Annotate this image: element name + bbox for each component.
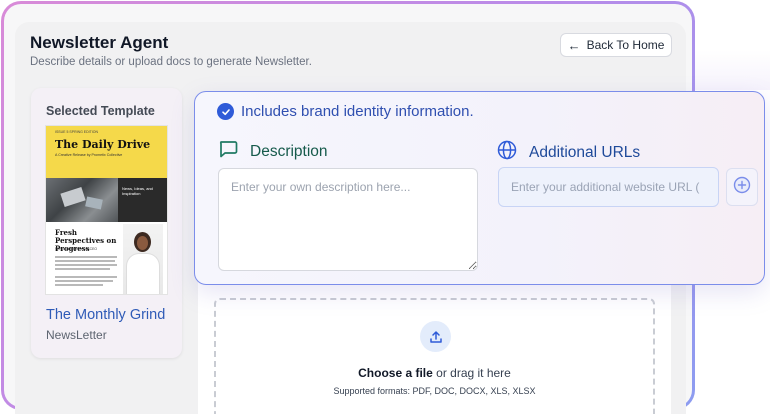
thumbnail-photo (46, 178, 118, 222)
brand-identity-label: Includes brand identity information. (241, 103, 474, 120)
thumbnail-feature-sub: Perspectives from Our CEO (55, 247, 98, 251)
upload-instruction: Choose a file or drag it here (214, 366, 655, 380)
url-input[interactable] (498, 167, 719, 207)
thumbnail-masthead-band: ISSUE 5 SPRING EDITION The Daily Drive A… (46, 126, 167, 178)
thumbnail-text-line (55, 268, 110, 270)
globe-icon (497, 140, 517, 165)
thumbnail-text-line (55, 264, 117, 266)
additional-urls-heading: Additional URLs (497, 140, 640, 165)
description-label: Description (250, 142, 328, 160)
upload-icon[interactable] (420, 321, 451, 352)
thumbnail-masthead: The Daily Drive (55, 138, 151, 151)
selected-template-card[interactable]: Selected Template ISSUE 5 SPRING EDITION… (31, 88, 182, 358)
back-to-home-button[interactable]: ← Back To Home (560, 33, 672, 57)
drag-text: or drag it here (432, 366, 511, 380)
template-type: NewsLetter (46, 328, 107, 342)
description-textarea[interactable] (218, 168, 478, 271)
thumbnail-text-line (55, 256, 117, 258)
thumbnail-text-line (55, 284, 103, 286)
check-circle-icon (217, 103, 234, 120)
template-heading: Selected Template (46, 104, 155, 118)
page-subtitle: Describe details or upload docs to gener… (30, 56, 312, 68)
thumbnail-text-line (55, 280, 113, 282)
brand-identity-row: Includes brand identity information. (217, 103, 474, 120)
add-url-button[interactable] (726, 168, 758, 206)
additional-urls-label: Additional URLs (529, 143, 641, 161)
page-title: Newsletter Agent (30, 33, 169, 52)
background-fade (695, 50, 770, 90)
file-dropzone[interactable] (214, 298, 655, 414)
template-thumbnail: ISSUE 5 SPRING EDITION The Daily Drive A… (46, 126, 167, 294)
template-name: The Monthly Grind (46, 307, 166, 323)
thumbnail-tagline: A Creative Release by Prometix Collectiv… (55, 153, 123, 157)
choose-file-link[interactable]: Choose a file (358, 366, 433, 380)
thumbnail-portrait (123, 224, 163, 294)
plus-circle-icon (733, 176, 751, 199)
thumbnail-issue-label: ISSUE 5 SPRING EDITION (55, 130, 98, 134)
back-button-label: Back To Home (586, 38, 665, 52)
thumbnail-text-line (55, 276, 117, 278)
description-heading: Description (218, 140, 328, 163)
thumbnail-side-text: News, Ideas, and Inspiration (122, 186, 153, 196)
arrow-left-icon: ← (567, 37, 581, 53)
chat-bubble-icon (218, 140, 238, 163)
thumbnail-text-line (55, 260, 115, 262)
supported-formats: Supported formats: PDF, DOC, DOCX, XLS, … (333, 386, 536, 396)
thumbnail-side-block: News, Ideas, and Inspiration (118, 178, 167, 222)
